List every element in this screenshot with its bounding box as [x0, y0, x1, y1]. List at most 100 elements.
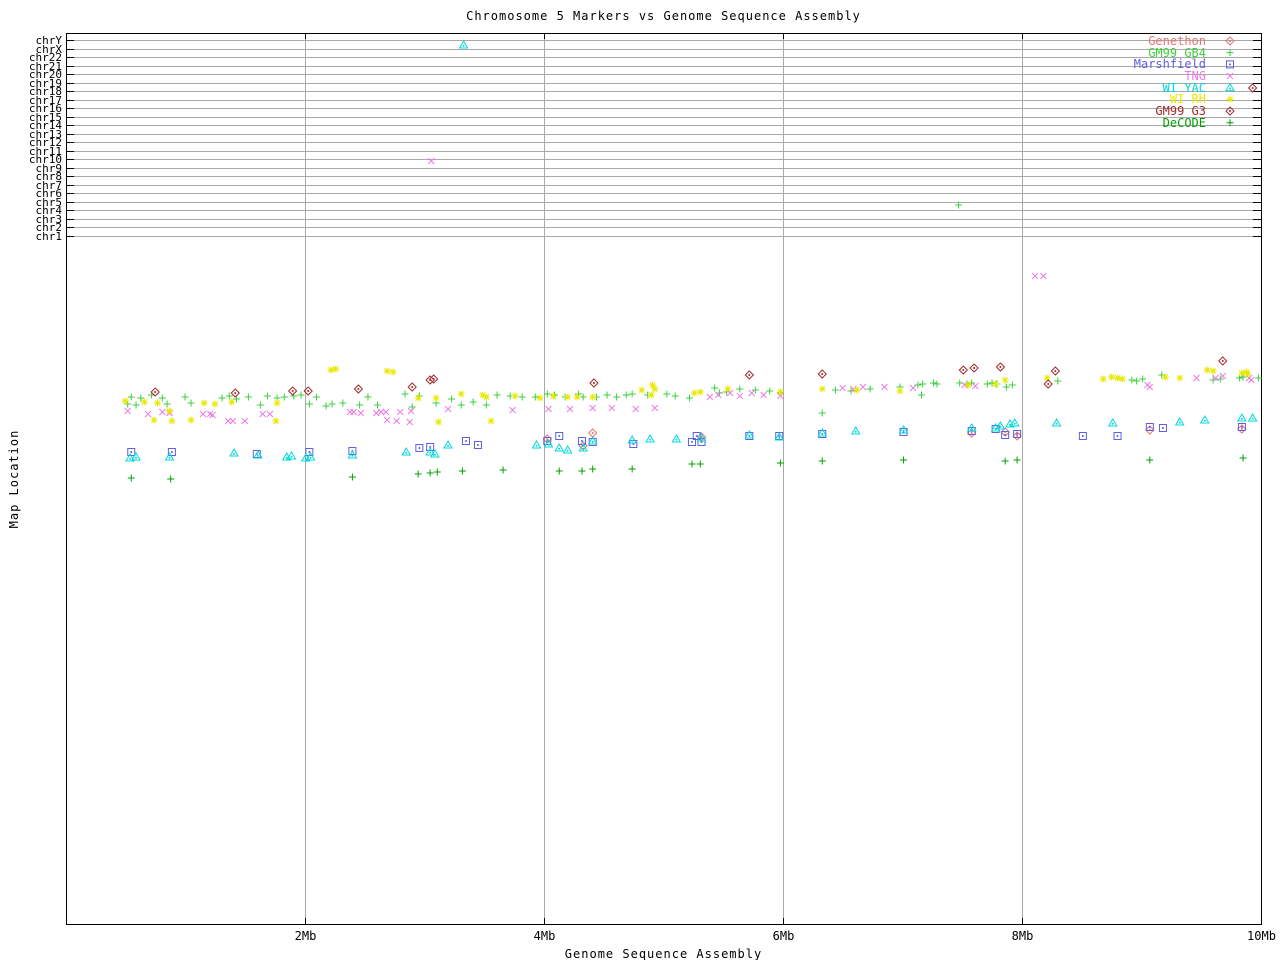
tng-point: [396, 408, 404, 416]
wi-yac-point: [850, 425, 861, 435]
tng-point: [971, 382, 979, 390]
wi-rh-point: [589, 393, 597, 401]
wi-rh-point: [168, 417, 176, 425]
gm99-gb4-point: [181, 393, 189, 401]
decode-point: [1013, 456, 1021, 464]
wi-yac-point: [229, 447, 239, 457]
gm99-gb4-point: [356, 401, 364, 409]
wi-rh-point: [140, 398, 148, 406]
tng-point: [241, 417, 249, 425]
tng-point: [199, 410, 207, 418]
marshfield-point: [461, 437, 470, 445]
gm99-gb4-point: [457, 401, 465, 409]
gm99-gb4-point: [218, 394, 226, 402]
gm99-gb4-point: [1002, 383, 1010, 391]
wi-rh-point: [853, 386, 861, 394]
gm99-gb4-point: [919, 380, 927, 388]
gm99-gb4-point: [1133, 377, 1141, 385]
marshfield-point: [555, 432, 564, 440]
gm99-gb4-point: [1128, 376, 1136, 384]
tng-point: [1031, 272, 1039, 280]
tng-point: [1040, 272, 1047, 280]
wi-rh-point: [150, 416, 158, 424]
wi-rh-point: [651, 385, 659, 393]
wi-rh-point: [1114, 374, 1122, 382]
wi-rh-point: [457, 390, 465, 398]
wi-rh-point: [724, 385, 732, 393]
tng-point: [706, 393, 714, 401]
wi-rh-point: [414, 394, 422, 402]
wi-rh-point: [166, 407, 174, 415]
wi-rh-point: [1001, 376, 1009, 384]
wi-rh-point: [696, 388, 704, 396]
gm99-g3-point: [969, 363, 979, 373]
gm99-gb4-point: [374, 401, 382, 409]
wi-rh-point: [549, 392, 557, 400]
gm99-gb4-point: [715, 389, 723, 397]
legend-marker-tng: [1226, 72, 1234, 80]
gm99-gb4-point: [322, 402, 330, 410]
wi-rh-point: [154, 399, 162, 407]
chr-label-chr1: chr1: [35, 229, 63, 243]
wi-rh-point: [121, 397, 129, 405]
legend-label-decode: DeCODE: [1162, 115, 1206, 130]
wi-rh-point: [638, 386, 646, 394]
plot-border: [66, 33, 1262, 925]
tng-point: [509, 406, 516, 414]
gm99-gb4-point: [127, 393, 135, 401]
gm99-gb4-point: [1139, 375, 1147, 383]
genethon-point: [588, 428, 598, 438]
tng-point: [266, 410, 274, 418]
wi-rh-point: [482, 393, 490, 401]
decode-point: [900, 456, 908, 464]
wi-rh-point: [383, 367, 391, 375]
x-tick-label-2Mb: 2Mb: [294, 929, 317, 943]
gm99-gb4-point: [280, 393, 288, 401]
wi-yac-point: [1051, 417, 1062, 427]
wi-rh-point: [228, 398, 236, 406]
gm99-gb4-point: [132, 401, 140, 409]
marshfield-point: [1113, 432, 1122, 440]
gm99-gb4-point: [469, 398, 477, 406]
gm99-gb4-point: [328, 400, 336, 408]
wi-yac-point: [443, 439, 453, 449]
gm99-gb4-point: [818, 409, 826, 417]
tng-point: [736, 392, 744, 400]
wi-rh-point: [1203, 366, 1211, 374]
gm99-g3-point: [589, 378, 599, 388]
tng-point: [1248, 376, 1255, 384]
gm99-gb4-point: [917, 391, 925, 399]
tng-point: [350, 408, 357, 416]
tng-point: [859, 383, 867, 391]
decode-point: [167, 475, 175, 483]
wi-yac-point: [671, 433, 682, 443]
gm99-gb4-point: [831, 386, 839, 394]
gm99-gb4-point: [603, 391, 611, 399]
decode-point: [1146, 456, 1154, 464]
gm99-gb4-point: [244, 393, 252, 401]
tng-point: [206, 410, 214, 418]
tng-point: [382, 408, 390, 416]
gm99-gb4-point: [493, 391, 501, 399]
tng-point: [124, 407, 132, 415]
wi-rh-point: [389, 368, 397, 376]
marshfield-point: [127, 448, 136, 456]
marshfield-point: [1158, 424, 1167, 432]
wi-rh-point: [1176, 374, 1184, 382]
tng-point: [444, 405, 452, 413]
wi-rh-point: [432, 394, 440, 402]
decode-point: [589, 465, 597, 473]
gm99-gb4-point: [622, 391, 630, 399]
wi-yac-point: [645, 433, 655, 443]
wi-rh-point: [1043, 374, 1051, 382]
gm99-gb4-point: [866, 385, 874, 393]
wi-rh-point: [964, 381, 972, 389]
gm99-gb4-point: [297, 391, 305, 399]
gm99-g3-point: [995, 362, 1006, 372]
tng-point: [545, 405, 552, 413]
gm99-gb4-point: [448, 395, 456, 403]
wi-rh-point: [992, 380, 1000, 388]
gm99-gb4-point: [933, 380, 941, 388]
wi-rh-point: [896, 387, 904, 395]
tng-point: [1193, 374, 1200, 382]
